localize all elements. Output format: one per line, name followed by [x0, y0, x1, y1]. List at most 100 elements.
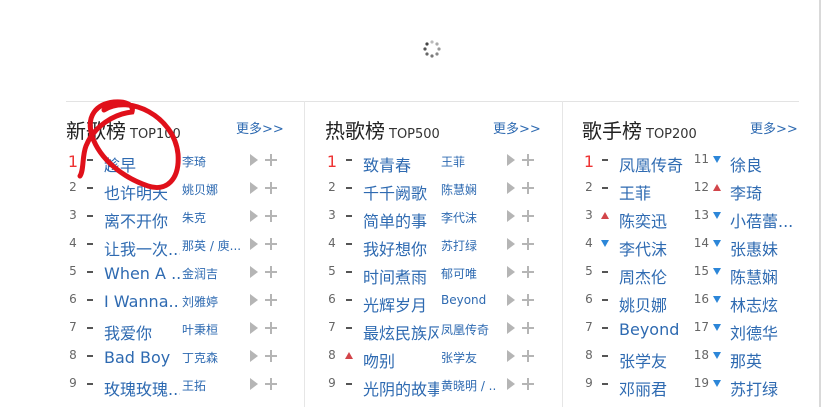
artist-link[interactable]: 朱克 — [182, 209, 240, 226]
add-icon[interactable] — [265, 322, 277, 334]
artist-link[interactable]: 刘雅婷 — [182, 293, 240, 310]
singer-link[interactable]: 李琦 — [730, 180, 796, 204]
trend-same-icon — [87, 299, 93, 301]
artist-link[interactable]: 丁克森 — [182, 349, 240, 366]
add-icon[interactable] — [522, 182, 534, 194]
artist-link[interactable]: 金润吉 — [182, 265, 240, 282]
play-icon[interactable] — [507, 350, 515, 362]
artist-link[interactable]: 陈慧娴 — [441, 181, 497, 198]
play-icon[interactable] — [507, 182, 515, 194]
play-icon[interactable] — [250, 238, 258, 250]
play-icon[interactable] — [507, 266, 515, 278]
play-icon[interactable] — [507, 322, 515, 334]
play-icon[interactable] — [250, 350, 258, 362]
play-icon[interactable] — [250, 266, 258, 278]
singer-link[interactable]: 小蓓蕾... — [730, 208, 796, 232]
song-title-link[interactable]: 我好想你 — [363, 236, 439, 260]
song-title-link[interactable]: 让我一次... — [104, 236, 180, 260]
panel-title: 歌手榜 — [582, 119, 642, 143]
add-icon[interactable] — [265, 182, 277, 194]
add-icon[interactable] — [265, 210, 277, 222]
add-icon[interactable] — [522, 322, 534, 334]
song-title-link[interactable]: 时间煮雨 — [363, 264, 439, 288]
song-title-link[interactable]: 趁早 — [104, 152, 180, 176]
song-title-link[interactable]: 也许明天 — [104, 180, 180, 204]
trend-same-icon — [346, 187, 352, 189]
add-icon[interactable] — [522, 378, 534, 390]
add-icon[interactable] — [522, 210, 534, 222]
add-icon[interactable] — [265, 378, 277, 390]
rank-number: 19 — [693, 376, 709, 390]
singer-link[interactable]: 陈慧娴 — [730, 264, 796, 288]
play-icon[interactable] — [507, 238, 515, 250]
play-icon[interactable] — [507, 154, 515, 166]
play-icon[interactable] — [507, 210, 515, 222]
play-icon[interactable] — [250, 322, 258, 334]
add-icon[interactable] — [522, 238, 534, 250]
add-icon[interactable] — [522, 294, 534, 306]
singer-link[interactable]: 姚贝娜 — [619, 292, 689, 316]
artist-link[interactable]: 王拓 — [182, 377, 240, 394]
song-title-link[interactable]: 吻别 — [363, 348, 439, 372]
add-icon[interactable] — [265, 266, 277, 278]
more-link[interactable]: 更多>> — [236, 118, 284, 137]
singer-link[interactable]: 徐良 — [730, 152, 796, 176]
play-icon[interactable] — [250, 154, 258, 166]
singer-link[interactable]: 苏打绿 — [730, 376, 796, 400]
play-icon[interactable] — [507, 378, 515, 390]
song-title-link[interactable]: 我爱你 — [104, 320, 180, 344]
artist-link[interactable]: 凤凰传奇 — [441, 321, 497, 338]
singer-link[interactable]: 陈奕迅 — [619, 208, 689, 232]
artist-link[interactable]: 王菲 — [441, 153, 497, 170]
play-icon[interactable] — [250, 294, 258, 306]
song-title-link[interactable]: I Wanna... — [104, 292, 180, 311]
song-title-link[interactable]: 简单的事 — [363, 208, 439, 232]
artist-link[interactable]: 李代沫 — [441, 209, 497, 226]
add-icon[interactable] — [265, 294, 277, 306]
play-icon[interactable] — [507, 294, 515, 306]
artist-link[interactable]: 黄晓明 / ... — [441, 377, 497, 394]
artist-link[interactable]: 姚贝娜 — [182, 181, 240, 198]
more-link[interactable]: 更多>> — [750, 118, 798, 137]
song-title-link[interactable]: When A ... — [104, 264, 180, 283]
singer-link[interactable]: 王菲 — [619, 180, 689, 204]
singer-link[interactable]: 张学友 — [619, 348, 689, 372]
artist-link[interactable]: 张学友 — [441, 349, 497, 366]
rank-number: 8 — [585, 348, 593, 362]
song-title-link[interactable]: 离不开你 — [104, 208, 180, 232]
more-link[interactable]: 更多>> — [493, 118, 541, 137]
song-title-link[interactable]: Bad Boy — [104, 348, 180, 367]
play-icon[interactable] — [250, 378, 258, 390]
play-icon[interactable] — [250, 182, 258, 194]
artist-link[interactable]: 叶秉桓 — [182, 321, 240, 338]
singer-link[interactable]: 张惠妹 — [730, 236, 796, 260]
add-icon[interactable] — [522, 266, 534, 278]
singer-link[interactable]: 那英 — [730, 348, 796, 372]
trend-same-icon — [87, 271, 93, 273]
song-title-link[interactable]: 玫瑰玫瑰... — [104, 376, 180, 400]
singer-link[interactable]: 周杰伦 — [619, 264, 689, 288]
song-title-link[interactable]: 光阴的故事 — [363, 376, 439, 400]
add-icon[interactable] — [265, 350, 277, 362]
add-icon[interactable] — [522, 154, 534, 166]
singer-link[interactable]: 李代沫 — [619, 236, 689, 260]
song-title-link[interactable]: 致青春 — [363, 152, 439, 176]
singer-link[interactable]: 凤凰传奇 — [619, 152, 689, 176]
song-title-link[interactable]: 最炫民族风 — [363, 320, 439, 344]
artist-link[interactable]: 苏打绿 — [441, 237, 497, 254]
artist-link[interactable]: Beyond — [441, 293, 497, 307]
singer-link[interactable]: Beyond — [619, 320, 689, 339]
artist-link[interactable]: 那英 / 庾... — [182, 237, 240, 254]
add-icon[interactable] — [265, 154, 277, 166]
singer-link[interactable]: 邓丽君 — [619, 376, 689, 400]
add-icon[interactable] — [522, 350, 534, 362]
artist-link[interactable]: 李琦 — [182, 153, 240, 170]
play-icon[interactable] — [250, 210, 258, 222]
singer-link[interactable]: 刘德华 — [730, 320, 796, 344]
singer-link[interactable]: 林志炫 — [730, 292, 796, 316]
add-icon[interactable] — [265, 238, 277, 250]
song-title-link[interactable]: 千千阙歌 — [363, 180, 439, 204]
rank-number: 12 — [693, 180, 709, 194]
artist-link[interactable]: 郁可唯 — [441, 265, 497, 282]
song-title-link[interactable]: 光辉岁月 — [363, 292, 439, 316]
